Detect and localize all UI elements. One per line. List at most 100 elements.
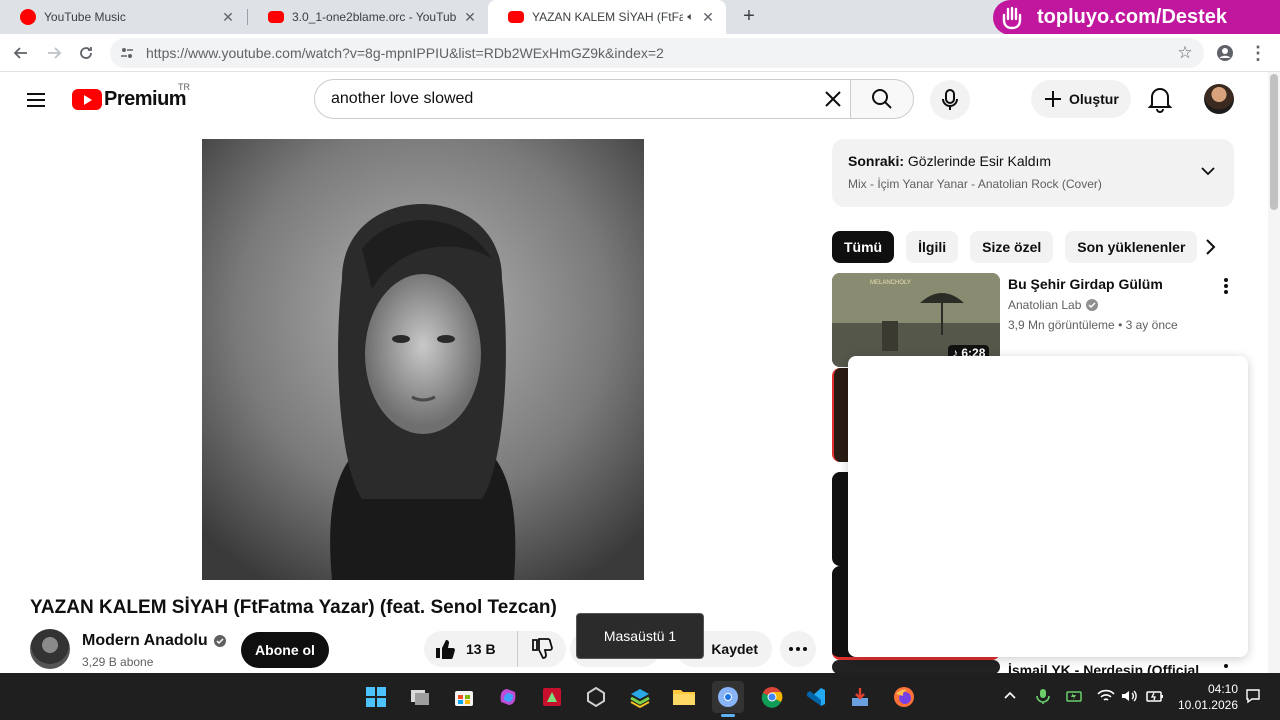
start-button[interactable]: [360, 681, 392, 713]
audio-playing-icon[interactable]: 🔈︎: [687, 11, 694, 24]
subscribe-button[interactable]: Abone ol: [241, 632, 329, 668]
tab-title: YAZAN KALEM SİYAH (FtFatma: [532, 10, 684, 24]
hamburger-menu-icon[interactable]: [24, 88, 48, 112]
bluestacks-button[interactable]: [624, 681, 656, 713]
windows-taskbar: 04:10 10.01.2026: [0, 673, 1280, 720]
channel-name-row[interactable]: Modern Anadolu: [82, 632, 226, 650]
new-tab-button[interactable]: +: [738, 6, 760, 28]
search-box[interactable]: [314, 79, 851, 119]
bookmark-star-icon[interactable]: ☆: [1172, 40, 1198, 66]
microphone-icon: [942, 89, 958, 110]
chip-for-you[interactable]: Size özel: [970, 231, 1054, 263]
unity-button[interactable]: [580, 681, 612, 713]
profile-button[interactable]: [1212, 40, 1238, 66]
installer-button[interactable]: [844, 681, 876, 713]
browser-tab-one2blame[interactable]: 3.0_1-one2blame.orc - YouTube ✕: [248, 0, 488, 34]
notifications-bell-icon[interactable]: [1146, 84, 1174, 114]
promo-banner[interactable]: topluyo.com/Destek: [993, 0, 1280, 35]
youtube-header: Premium TR Oluştur: [0, 72, 1268, 128]
address-bar[interactable]: https://www.youtube.com/watch?v=8g-mpnIP…: [110, 38, 1204, 68]
vscode-icon: [807, 688, 825, 706]
like-button[interactable]: 13 B: [424, 631, 518, 667]
store-icon: [455, 691, 473, 706]
microphone-tray-icon[interactable]: [1034, 687, 1052, 705]
view-count: 3,9 Mn görüntüleme: [1008, 318, 1115, 332]
voice-search-button[interactable]: [930, 80, 970, 120]
thumbnail-text: MELANCHOLY: [870, 280, 911, 286]
chip-all[interactable]: Tümü: [832, 231, 895, 263]
recommendation-channel-row[interactable]: Anatolian Lab: [1008, 298, 1099, 312]
scrollbar-thumb[interactable]: [1270, 74, 1278, 210]
channel-avatar[interactable]: [30, 629, 70, 669]
chip-related[interactable]: İlgili: [906, 231, 959, 263]
store-button[interactable]: [448, 681, 480, 713]
more-actions-button[interactable]: [780, 631, 816, 667]
filter-chips: Tümü İlgili Size özel Son yüklenenler: [832, 231, 1209, 263]
plus-icon: [1045, 91, 1061, 107]
notification-center-icon[interactable]: [1244, 687, 1262, 705]
system-clock[interactable]: 04:10 10.01.2026: [1174, 681, 1238, 713]
close-tab-icon[interactable]: ✕: [220, 9, 236, 26]
like-dislike-bar: 13 B: [424, 631, 566, 667]
recommendation-thumbnail[interactable]: [832, 660, 1000, 674]
search-input[interactable]: [331, 90, 801, 108]
video-player[interactable]: [202, 139, 644, 580]
task-view-icon: [411, 690, 429, 705]
channel-name[interactable]: Modern Anadolu: [82, 632, 208, 650]
search-button[interactable]: [850, 79, 914, 119]
file-explorer-button[interactable]: [668, 681, 700, 713]
browser-menu-icon[interactable]: ⋮: [1245, 40, 1271, 66]
chip-recent[interactable]: Son yüklenenler: [1065, 231, 1198, 263]
chrome-active-button[interactable]: [712, 681, 744, 717]
browser-tab-yazan-kalem[interactable]: YAZAN KALEM SİYAH (FtFatma 🔈︎ ✕: [488, 0, 726, 34]
chrome-icon: [761, 687, 783, 708]
forward-arrow-icon: [48, 47, 62, 59]
vscode-button[interactable]: [800, 681, 832, 713]
battery-saver-icon[interactable]: [1066, 687, 1084, 705]
red-app-icon: [543, 688, 561, 706]
create-button[interactable]: Oluştur: [1031, 80, 1131, 118]
firefox-icon: [894, 687, 914, 707]
clear-search-icon[interactable]: [822, 88, 844, 110]
chevron-right-icon[interactable]: [1198, 235, 1222, 259]
search-icon: [872, 89, 892, 109]
up-next-line: Sonraki: Gözlerinde Esir Kaldım: [848, 153, 1218, 169]
close-tab-icon[interactable]: ✕: [700, 9, 716, 26]
youtube-premium-logo[interactable]: Premium TR: [72, 82, 190, 111]
power-battery-icon[interactable]: [1146, 687, 1164, 705]
page-scrollbar[interactable]: [1268, 72, 1280, 673]
reload-button[interactable]: [73, 40, 99, 66]
recommendation-title[interactable]: Bu Şehir Girdap Gülüm: [1008, 276, 1163, 292]
recommendation-channel[interactable]: Anatolian Lab: [1008, 298, 1081, 312]
upload-age: 3 ay önce: [1125, 318, 1178, 332]
folder-icon: [673, 690, 695, 705]
back-button[interactable]: [8, 40, 34, 66]
task-view-button[interactable]: [404, 681, 436, 713]
copilot-button[interactable]: [492, 681, 524, 713]
chevron-down-icon[interactable]: [1200, 163, 1216, 179]
up-next-card[interactable]: Sonraki: Gözlerinde Esir Kaldım Mix - İç…: [832, 139, 1234, 207]
more-vertical-icon[interactable]: [1216, 662, 1236, 672]
firefox-button[interactable]: [888, 681, 920, 713]
close-tab-icon[interactable]: ✕: [462, 9, 478, 26]
media-app-button[interactable]: [536, 681, 568, 713]
chrome-profile-icon: [718, 687, 738, 707]
more-vertical-icon[interactable]: [1216, 276, 1236, 296]
chrome-button[interactable]: [756, 681, 788, 713]
youtube-favicon-icon: [268, 11, 284, 23]
active-indicator: [721, 714, 735, 717]
account-avatar[interactable]: [1204, 84, 1234, 114]
site-info-icon[interactable]: [120, 46, 134, 60]
bluestacks-icon: [630, 689, 650, 708]
dislike-button[interactable]: [518, 638, 566, 660]
browser-tab-youtube-music[interactable]: YouTube Music ✕: [0, 0, 246, 34]
chevron-up-icon[interactable]: [1001, 687, 1019, 705]
logo-text: Premium: [104, 88, 187, 110]
youtube-music-favicon-icon: [20, 9, 36, 25]
windows-start-icon: [366, 687, 386, 707]
more-horizontal-icon: [789, 647, 807, 651]
profile-icon: [1217, 45, 1233, 61]
forward-button[interactable]: [41, 40, 67, 66]
volume-icon[interactable]: [1120, 687, 1138, 705]
wifi-icon[interactable]: [1097, 687, 1115, 705]
